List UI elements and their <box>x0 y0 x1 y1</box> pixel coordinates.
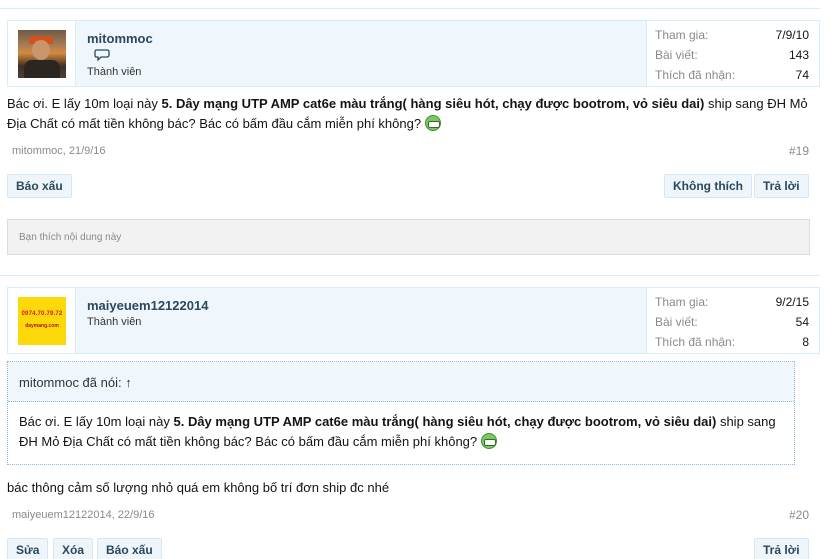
quote-header[interactable]: mitommoc đã nói: ↑ <box>8 362 794 402</box>
quote-block: mitommoc đã nói: ↑ Bác ơi. E lấy 10m loạ… <box>7 361 795 465</box>
post-userbar: mitommoc Thành viên Tham gia: 7/9/10 Bài … <box>7 20 820 87</box>
avatar-body <box>24 60 60 78</box>
stat-likes: Thích đã nhận: 74 <box>655 68 809 82</box>
username-link[interactable]: mitommoc <box>87 31 153 46</box>
stat-posts: Bài viết: 143 <box>655 48 809 62</box>
likes-summary: Bạn thích nội dung này <box>7 219 810 255</box>
avatar-face <box>32 40 50 60</box>
message-body: Bác ơi. E lấy 10m loại này 5. Dây mạng U… <box>7 96 808 131</box>
message-body: bác thông cảm số lượng nhỏ quá em không … <box>7 480 390 495</box>
user-title: Thành viên <box>87 316 142 328</box>
avatar-site-text: daymang.com <box>25 323 59 329</box>
reply-button[interactable]: Trả lời <box>754 538 809 559</box>
avatar-frame <box>8 21 76 86</box>
grin-smiley-icon <box>424 115 441 131</box>
report-button[interactable]: Báo xấu <box>7 174 72 198</box>
grin-smiley-icon <box>480 433 497 449</box>
conversation-icon[interactable] <box>94 49 110 61</box>
reply-button[interactable]: Trả lời <box>754 174 809 198</box>
delete-button[interactable]: Xóa <box>53 538 94 559</box>
unlike-button[interactable]: Không thích <box>664 174 752 198</box>
report-button[interactable]: Báo xấu <box>97 538 162 559</box>
stat-joined: Tham gia: 9/2/15 <box>655 295 809 309</box>
post-author-date[interactable]: mitommoc, 21/9/16 <box>12 145 106 157</box>
post-permalink[interactable]: #20 <box>789 508 809 522</box>
user-title: Thành viên <box>87 66 142 78</box>
user-stats: Tham gia: 9/2/15 Bài viết: 54 Thích đã nhậ… <box>646 288 819 353</box>
username-link[interactable]: maiyeuem12122014 <box>87 298 208 313</box>
stat-joined: Tham gia: 7/9/10 <box>655 28 809 42</box>
avatar-phone-text: 0974.70.79.72 <box>21 311 63 317</box>
post-permalink[interactable]: #19 <box>789 144 809 158</box>
avatar-frame: 0974.70.79.72 daymang.com <box>8 288 76 353</box>
avatar[interactable] <box>18 30 66 78</box>
post-divider <box>0 275 820 276</box>
edit-button[interactable]: Sửa <box>7 538 49 559</box>
post-author-date[interactable]: maiyeuem12122014, 22/9/16 <box>12 509 155 521</box>
top-divider <box>0 8 820 9</box>
stat-posts: Bài viết: 54 <box>655 315 809 329</box>
avatar[interactable]: 0974.70.79.72 daymang.com <box>18 297 66 345</box>
quote-body: Bác ơi. E lấy 10m loại này 5. Dây mạng U… <box>19 414 776 449</box>
post-userbar: 0974.70.79.72 daymang.com maiyeuem121220… <box>7 287 820 354</box>
stat-likes: Thích đã nhận: 8 <box>655 335 809 349</box>
user-stats: Tham gia: 7/9/10 Bài viết: 143 Thích đã nh… <box>646 21 819 86</box>
